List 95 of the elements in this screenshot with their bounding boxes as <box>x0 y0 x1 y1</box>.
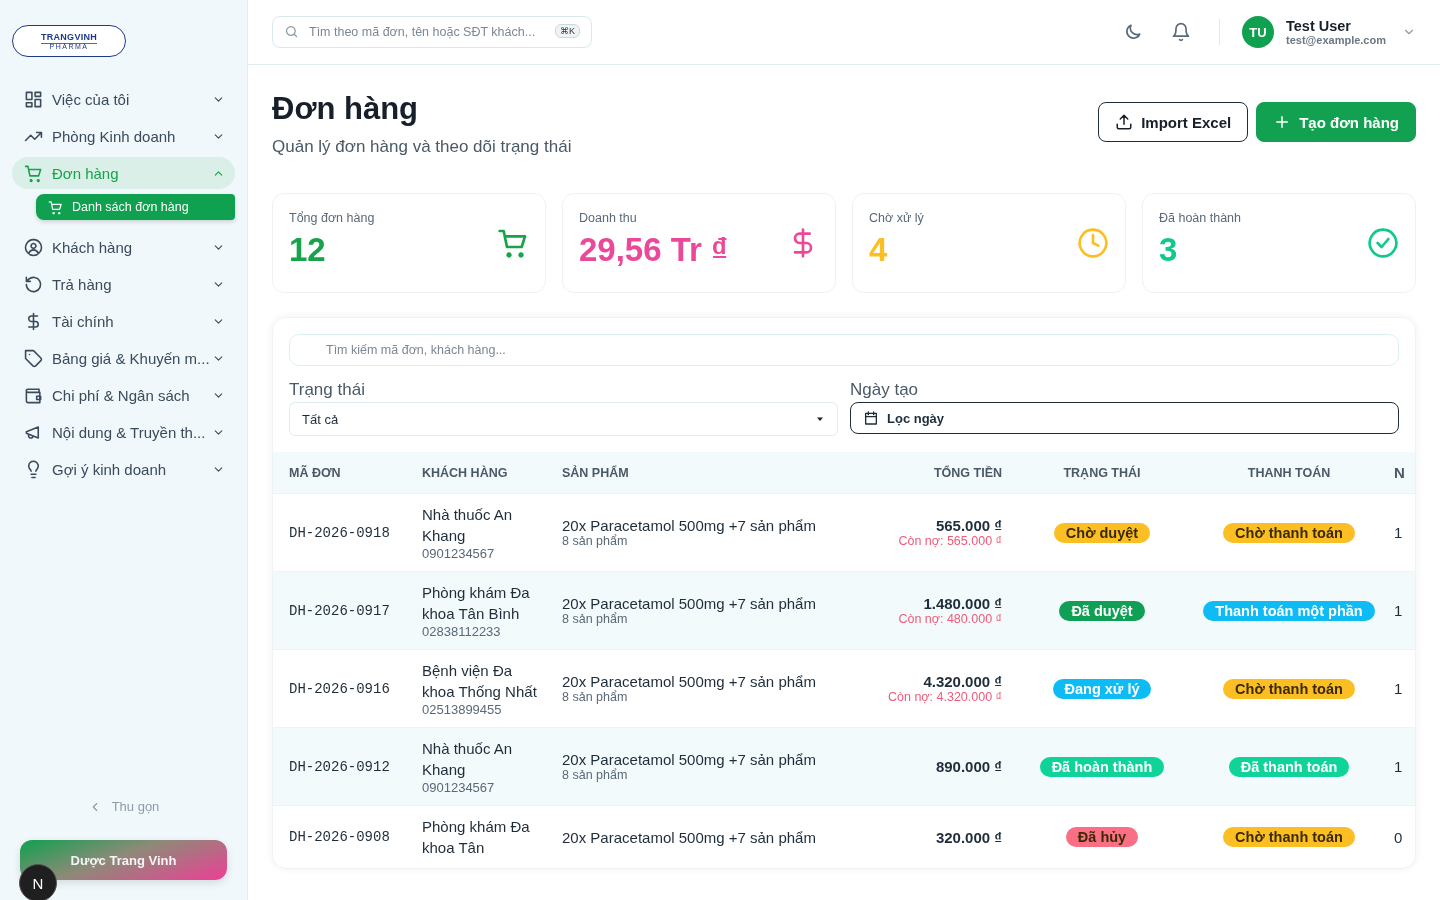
order-id: DH-2026-0908 <box>289 829 391 845</box>
debt-amount: Còn nợ: 480.000 ₫ <box>898 612 1002 626</box>
moon-icon[interactable] <box>1123 22 1143 42</box>
product-count: 8 sản phẩm <box>562 768 629 782</box>
product-count: 8 sản phẩm <box>562 534 629 548</box>
column-header: TỔNG TIỀN <box>932 465 1002 480</box>
order-id: DH-2026-0918 <box>289 524 391 541</box>
user-name: Test User <box>1286 18 1352 34</box>
cart-icon <box>497 227 529 259</box>
column-header: SẢN PHẨM <box>562 465 630 480</box>
column-header: THANH TOÁN <box>1246 465 1332 480</box>
customer-phone: 0901234567 <box>422 780 496 795</box>
product-count: 8 sản phẩm <box>562 612 629 626</box>
table-cell-text: 1 <box>1393 524 1404 541</box>
sidebar-item[interactable]: Gợi ý kinh doanh <box>12 453 235 485</box>
filter-label: Trạng thái <box>289 380 366 400</box>
table-cell-text: 0 <box>1393 828 1404 846</box>
debt-amount: Còn nợ: 4.320.000 ₫ <box>888 690 1002 704</box>
status-badge: Đã hủy <box>1065 827 1139 847</box>
calendar-icon <box>863 410 879 426</box>
customer-name: Phòng khám Đa khoa Tân Bình <box>422 583 531 624</box>
product-summary: 20x Paracetamol 500mg +7 sản phẩm <box>562 673 817 690</box>
sidebar-item[interactable]: Trả hàng <box>12 268 235 300</box>
customer-name: Nhà thuốc An Khang <box>422 505 514 546</box>
order-total: 1.480.000 ₫ <box>923 595 1002 612</box>
tag-icon <box>24 348 43 368</box>
status-badge: Đang xử lý <box>1052 678 1152 699</box>
bell-icon[interactable] <box>1171 22 1191 42</box>
user-email: test@example.com <box>1286 34 1386 46</box>
column-header: TRẠNG THÁI <box>1062 465 1142 480</box>
sidebar-item[interactable]: Bảng giá & Khuyến m... <box>12 342 235 374</box>
order-total: 890.000 ₫ <box>935 758 1002 775</box>
stat-label: Chờ xử lý <box>869 211 924 225</box>
stat-value: 4 <box>869 231 889 269</box>
payment-badge: Thanh toán một phần <box>1203 600 1375 621</box>
payment-badge: Đã thanh toán <box>1228 756 1350 777</box>
payment-badge: Chờ thanh toán <box>1223 827 1355 847</box>
status-select[interactable]: Tất cả <box>289 402 838 436</box>
import-button[interactable]: Import Excel <box>1098 102 1249 142</box>
cart-icon <box>24 163 43 183</box>
customer-name: Bệnh viện Đa khoa Thống Nhất <box>422 661 538 702</box>
clock-icon <box>1077 227 1109 259</box>
column-header: N <box>1393 464 1406 481</box>
customer-phone: 0901234567 <box>422 546 496 561</box>
grid-icon <box>24 89 43 109</box>
sidebar-item[interactable]: Tài chính <box>12 305 235 337</box>
product-summary: 20x Paracetamol 500mg +7 sản phẩm <box>562 828 817 846</box>
product-count: 8 sản phẩm <box>562 690 629 704</box>
customer-phone: 02513899455 <box>422 702 503 717</box>
upload-icon <box>1115 113 1134 131</box>
wallet-icon <box>24 385 43 405</box>
stat-label: Đã hoàn thành <box>1159 211 1241 225</box>
sidebar-item[interactable]: Chi phí & Ngân sách <box>12 379 235 411</box>
stat-label: Doanh thu <box>579 211 638 225</box>
table-cell-text: 1 <box>1393 680 1404 697</box>
sidebar-item[interactable]: Việc của tôi <box>12 83 235 115</box>
sidebar-item[interactable]: Khách hàng <box>12 231 235 263</box>
order-search-field[interactable]: Tìm kiếm mã đơn, khách hàng... <box>289 334 1399 366</box>
page-title: Đơn hàng <box>272 91 420 127</box>
date-filter-button[interactable]: Lọc ngày <box>850 402 1399 434</box>
customer-name: Nhà thuốc An Khang <box>422 739 514 780</box>
customer-name: Phòng khám Đa khoa Tân <box>422 817 531 858</box>
dev-badge[interactable]: N <box>19 864 57 900</box>
sidebar-item[interactable]: Nội dung & Truyền th... <box>12 416 235 448</box>
product-summary: 20x Paracetamol 500mg +7 sản phẩm <box>562 517 817 534</box>
column-header: MÃ ĐƠN <box>289 465 342 480</box>
logo-text: TRANGVINH <box>40 32 98 44</box>
table-cell-text: 1 <box>1393 602 1404 619</box>
filter-label: Ngày tạo <box>850 380 920 400</box>
column-header: KHÁCH HÀNG <box>422 465 509 480</box>
page-subtitle: Quản lý đơn hàng và theo dõi trạng thái <box>272 137 572 157</box>
status-badge: Đã hoàn thành <box>1039 756 1165 777</box>
table-cell-text: 1 <box>1393 758 1404 775</box>
product-summary: 20x Paracetamol 500mg +7 sản phẩm <box>562 595 817 612</box>
status-badge: Chờ duyệt <box>1053 522 1151 543</box>
order-total: 4.320.000 ₫ <box>923 673 1002 690</box>
order-id: DH-2026-0916 <box>289 680 391 697</box>
cart-icon <box>48 199 63 215</box>
search-icon <box>284 24 299 39</box>
status-badge: Đã duyệt <box>1059 600 1145 621</box>
order-id: DH-2026-0917 <box>289 602 391 619</box>
stat-label: Tổng đơn hàng <box>289 211 375 225</box>
product-summary: 20x Paracetamol 500mg +7 sản phẩm <box>562 751 817 768</box>
payment-badge: Chờ thanh toán <box>1223 522 1355 543</box>
order-total: 565.000 ₫ <box>935 517 1002 534</box>
stat-value: 3 <box>1159 231 1179 269</box>
order-id: DH-2026-0912 <box>289 758 391 775</box>
stat-value: 29,56 Tr ₫ <box>579 231 729 269</box>
debt-amount: Còn nợ: 565.000 ₫ <box>898 534 1002 548</box>
sidebar-item[interactable]: Phòng Kinh doanh <box>12 120 235 152</box>
order-total: 320.000 ₫ <box>935 828 1002 846</box>
customer-phone: 02838112233 <box>422 624 502 639</box>
undo-icon <box>24 274 43 294</box>
payment-badge: Chờ thanh toán <box>1223 678 1355 699</box>
stat-value: 12 <box>289 231 327 269</box>
